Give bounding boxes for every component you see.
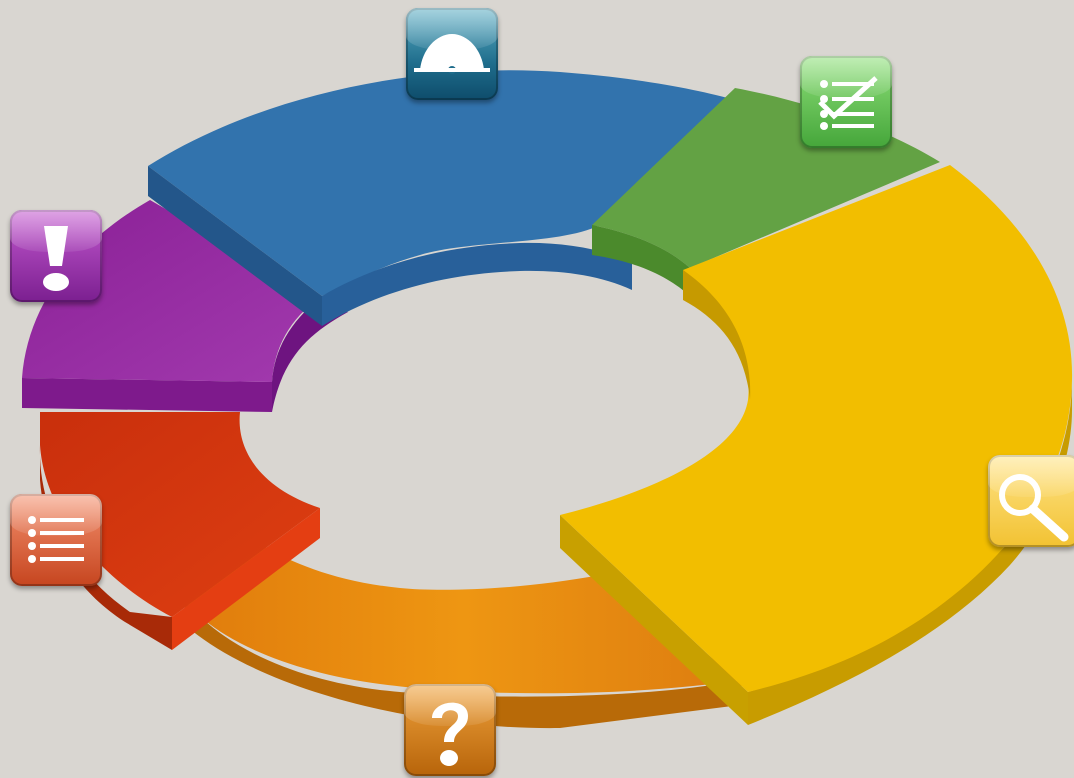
gear-icon	[414, 34, 490, 74]
exclamation-icon	[43, 226, 69, 291]
list-icon	[28, 516, 84, 563]
question-tile[interactable]	[404, 684, 496, 776]
list-tile[interactable]	[10, 494, 102, 586]
exclamation-tile[interactable]	[10, 210, 102, 302]
ring-diagram	[22, 70, 1073, 729]
checklist-icon	[818, 76, 878, 130]
question-mark-icon	[432, 702, 468, 766]
magnifier-icon	[999, 474, 1069, 542]
gear-tile[interactable]	[406, 8, 498, 100]
checklist-tile[interactable]	[800, 56, 892, 148]
magnifier-tile[interactable]	[988, 455, 1074, 547]
